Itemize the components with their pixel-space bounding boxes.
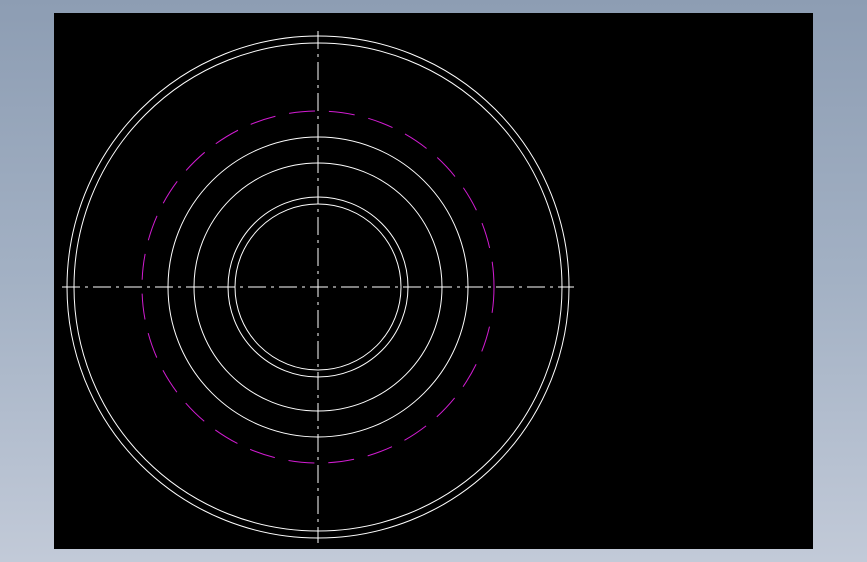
cad-viewport[interactable] [54,13,813,549]
